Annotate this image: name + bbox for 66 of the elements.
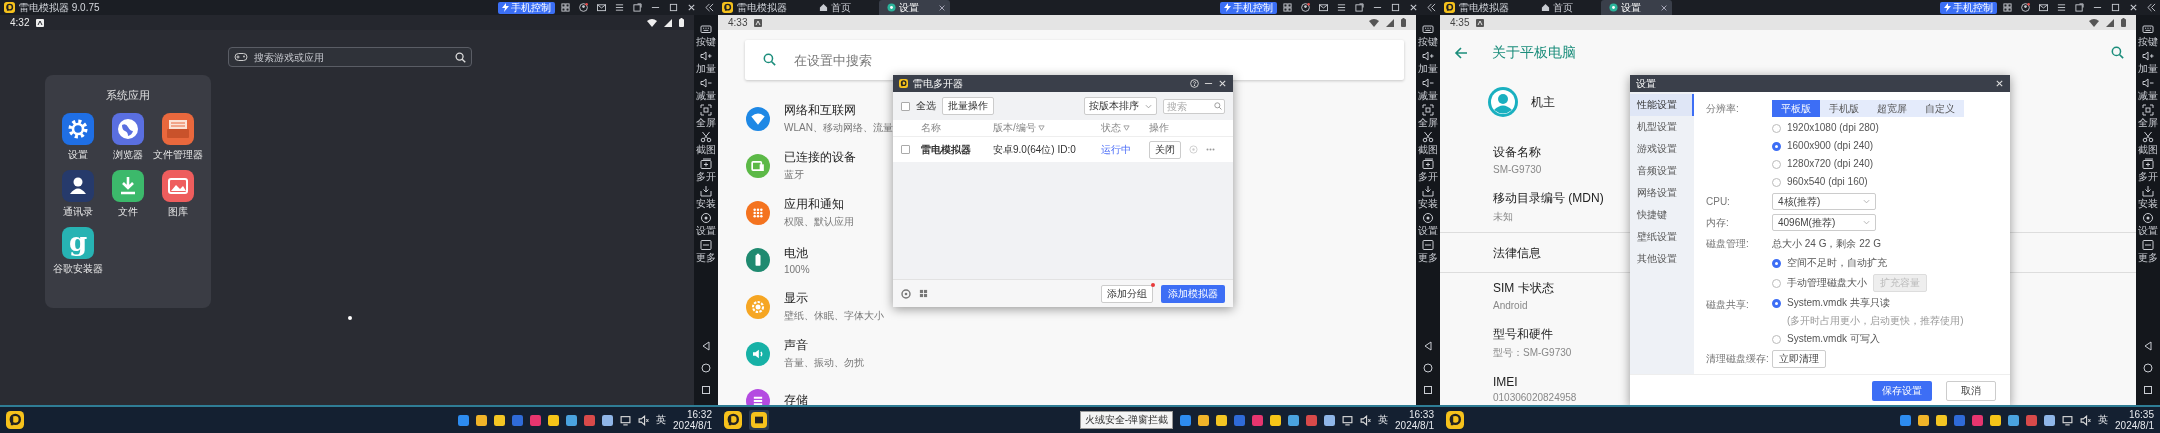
setting-subtitle: 音量、振动、勿扰 [784,356,864,370]
disk-summary: 总大小 24 G，剩余 22 G [1772,237,1882,251]
setting-subtitle: 100% [784,263,810,275]
column-header: 名称 [921,121,941,135]
info-title: IMEI [1493,375,1518,389]
radio-label: System.vmdk 可写入 [1787,332,1880,346]
radio-label: 1920x1080 (dpi 280) [1787,121,1879,135]
field-label: 磁盘管理: [1706,237,1750,251]
setting-title: 已连接的设备 [784,149,856,166]
setting-title: 网络和互联网 [784,102,856,119]
table-cell-text: 安卓9.0(64位) ID:0 [993,142,1077,157]
field-label: CPU: [1706,195,1731,209]
info-title: 设备名称 [1493,144,1541,161]
status-time: 4:35 [1450,17,1470,28]
status-text: 运行中 [1101,142,1132,157]
setting-subtitle: WLAN、移动网络、流量 [784,121,893,135]
setting-title: 声音 [784,337,808,354]
clock-time: 16:33 [1408,409,1434,420]
info-title: 法律信息 [1493,246,1541,260]
clock-date: 2024/8/1 [673,420,712,431]
radio-label: 1600x900 (dpi 240) [1787,139,1874,153]
clock-time: 16:32 [686,409,712,420]
radio-label: 1280x720 (dpi 240) [1787,157,1874,171]
dialog-title: 设置 [1636,76,1656,91]
field-label: 分辨率: [1706,102,1740,116]
setting-title: 显示 [784,290,808,307]
app-name: 雷电模拟器 [1459,0,1509,15]
hint-text: (多开时占用更小，启动更快，推荐使用) [1787,314,1965,328]
clock-date: 2024/8/1 [2115,420,2154,431]
tooltip: 火绒安全-弹窗拦截 [1079,411,1174,429]
setting-title: 应用和通知 [784,196,844,213]
status-time: 4:33 [728,17,748,28]
info-value: SM-G9730 [1493,164,1542,175]
radio-label: 手动管理磁盘大小 [1787,276,1867,290]
owner-name: 机主 [1531,93,1555,111]
column-header: 操作 [1149,121,1169,135]
field-label: 内存: [1706,216,1730,230]
info-title: 移动目录编号 (MDN) [1493,190,1604,207]
status-time: 4:32 [10,17,30,28]
radio-label: System.vmdk 共享只读 [1787,296,1890,310]
column-header: 版本/编号 [993,121,1036,135]
clock-time: 16:35 [2128,409,2154,420]
window-title: 雷电模拟器 9.0.75 [19,0,100,15]
field-label: 清理磁盘缓存: [1706,352,1770,366]
folder-title: 系统应用 [106,88,150,103]
setting-title: 存储 [784,392,808,405]
column-header: 状态 [1101,121,1121,135]
checkbox-label: 全选 [916,99,936,113]
info-title: SIM 卡状态 [1493,280,1554,297]
page-title: 关于平板电脑 [1492,43,1576,62]
field-label: 磁盘共享: [1706,298,1750,312]
setting-subtitle: 权限、默认应用 [784,215,854,229]
info-value: Android [1493,300,1528,311]
clock-date: 2024/8/1 [1395,420,1434,431]
table-cell-text: 雷电模拟器 [921,142,972,157]
info-title: 型号和硬件 [1493,326,1553,343]
info-value: 型号：SM-G9730 [1493,346,1572,360]
app-name: 雷电模拟器 [737,0,787,15]
info-value: 未知 [1493,210,1513,224]
radio-label: 960x540 (dpi 160) [1787,175,1868,189]
setting-title: 电池 [784,244,808,262]
radio-label: 空间不足时，自动扩充 [1787,256,1887,270]
setting-subtitle: 蓝牙 [784,168,804,182]
app-logo: g [62,227,94,259]
info-value: 010306020824958 [1493,392,1577,403]
setting-subtitle: 壁纸、休眠、字体大小 [784,309,884,323]
